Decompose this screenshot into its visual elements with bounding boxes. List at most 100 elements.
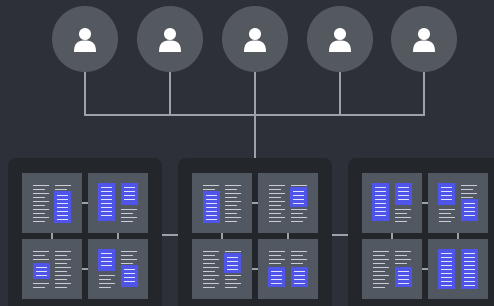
text-line <box>203 267 219 268</box>
block-line <box>36 267 47 268</box>
block-line <box>375 211 386 212</box>
block-line <box>271 279 282 280</box>
text-line <box>121 213 133 214</box>
block-line <box>441 257 452 258</box>
block-line <box>464 273 475 274</box>
text-line <box>99 283 115 284</box>
document-card <box>88 239 148 299</box>
block-line <box>441 191 452 192</box>
block-line <box>398 275 409 276</box>
block-line <box>227 265 238 266</box>
block-line <box>441 269 452 270</box>
text-line <box>395 217 411 218</box>
text-line <box>373 259 389 260</box>
text-line <box>291 185 307 186</box>
block-line <box>294 283 305 284</box>
block-line <box>57 199 68 200</box>
block-line <box>464 281 475 282</box>
block-line <box>398 191 409 192</box>
text-line <box>461 193 477 194</box>
block-line <box>206 203 217 204</box>
text-line <box>203 255 215 256</box>
text-line <box>225 205 237 206</box>
user-avatar <box>307 6 373 72</box>
text-line <box>269 259 285 260</box>
highlight-block <box>121 183 138 205</box>
highlight-block <box>98 183 115 221</box>
text-line <box>33 287 45 288</box>
text-line <box>33 205 45 206</box>
text-line <box>373 255 385 256</box>
text-line <box>291 213 303 214</box>
block-line <box>57 195 68 196</box>
text-line <box>55 259 71 260</box>
block-line <box>293 203 304 204</box>
text-line <box>373 287 385 288</box>
block-line <box>206 199 217 200</box>
block-line <box>101 215 112 216</box>
highlight-block <box>372 183 389 221</box>
document-card <box>362 239 422 299</box>
text-line <box>225 283 241 284</box>
text-line <box>291 221 303 222</box>
block-line <box>124 273 135 274</box>
block-line <box>398 279 409 280</box>
text-line <box>225 209 241 210</box>
block-line <box>441 187 452 188</box>
block-line <box>441 285 452 286</box>
text-line <box>33 193 49 194</box>
text-line <box>55 185 71 186</box>
block-line <box>101 207 112 208</box>
group-panel <box>348 158 494 306</box>
text-line <box>269 213 281 214</box>
document-card <box>428 173 488 233</box>
text-line <box>33 213 45 214</box>
text-line <box>291 209 307 210</box>
block-line <box>375 215 386 216</box>
text-line <box>33 283 49 284</box>
text-line <box>55 287 67 288</box>
text-line <box>269 193 285 194</box>
block-line <box>464 215 475 216</box>
block-line <box>441 261 452 262</box>
text-line <box>461 197 473 198</box>
text-line <box>33 197 45 198</box>
block-line <box>375 203 386 204</box>
text-line <box>373 251 389 252</box>
text-line <box>291 255 303 256</box>
document-card <box>192 239 252 299</box>
text-line <box>55 189 67 190</box>
document-card <box>22 173 82 233</box>
text-line <box>121 251 137 252</box>
text-line <box>269 209 285 210</box>
block-line <box>293 195 304 196</box>
text-line <box>291 263 303 264</box>
text-line <box>373 271 385 272</box>
highlight-block <box>121 265 138 287</box>
block-line <box>398 195 409 196</box>
person-icon <box>74 28 96 52</box>
block-line <box>101 199 112 200</box>
block-line <box>441 253 452 254</box>
block-line <box>36 275 47 276</box>
text-line <box>269 217 285 218</box>
block-line <box>441 281 452 282</box>
text-line <box>225 221 237 222</box>
block-line <box>206 207 217 208</box>
text-line <box>373 279 385 280</box>
block-line <box>293 191 304 192</box>
text-line <box>225 201 241 202</box>
text-line <box>395 259 411 260</box>
text-line <box>373 267 389 268</box>
highlight-block <box>33 263 50 279</box>
text-line <box>439 213 451 214</box>
text-line <box>55 283 71 284</box>
block-line <box>101 195 112 196</box>
block-line <box>101 191 112 192</box>
text-line <box>55 271 67 272</box>
document-card <box>258 239 318 299</box>
block-line <box>124 269 135 270</box>
block-line <box>206 219 217 220</box>
block-line <box>464 257 475 258</box>
text-line <box>269 251 285 252</box>
